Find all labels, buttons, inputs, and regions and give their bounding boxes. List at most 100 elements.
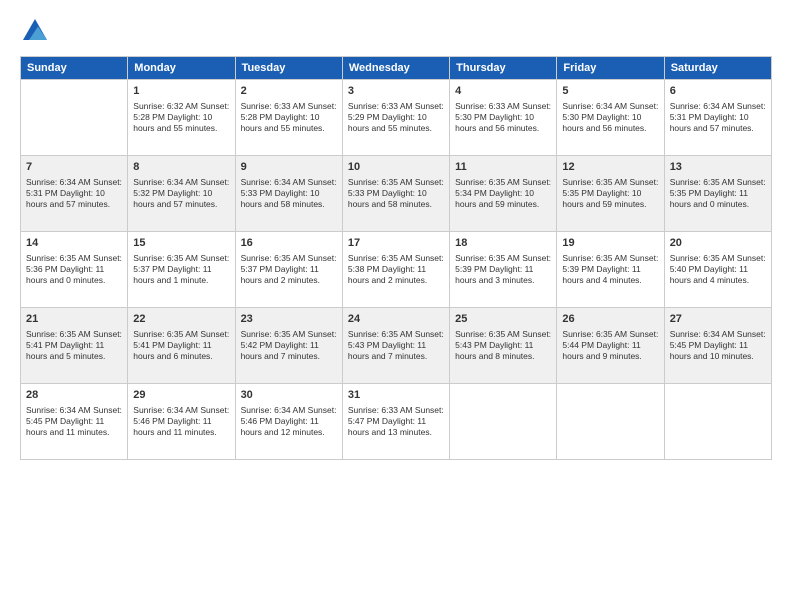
calendar-cell: 10 Sunrise: 6:35 AM Sunset: 5:33 PM Dayli… [342, 156, 449, 232]
cell-content: Sunrise: 6:35 AM Sunset: 5:40 PM Dayligh… [670, 253, 766, 286]
day-number: 28 [26, 388, 122, 403]
day-number: 4 [455, 84, 551, 99]
cell-content: Sunrise: 6:35 AM Sunset: 5:42 PM Dayligh… [241, 329, 337, 362]
cell-content: Sunrise: 6:35 AM Sunset: 5:43 PM Dayligh… [455, 329, 551, 362]
cell-content: Sunrise: 6:35 AM Sunset: 5:37 PM Dayligh… [241, 253, 337, 286]
calendar-cell: 3Sunrise: 6:33 AM Sunset: 5:29 PM Daylig… [342, 80, 449, 156]
header-cell-monday: Monday [128, 57, 235, 80]
day-number: 24 [348, 312, 444, 327]
cell-content: Sunrise: 6:35 AM Sunset: 5:36 PM Dayligh… [26, 253, 122, 286]
day-number: 9 [241, 160, 337, 175]
calendar-cell: 20 Sunrise: 6:35 AM Sunset: 5:40 PM Dayli… [664, 232, 771, 308]
cell-content: Sunrise: 6:35 AM Sunset: 5:39 PM Dayligh… [455, 253, 551, 286]
cell-content: Sunrise: 6:34 AM Sunset: 5:33 PM Dayligh… [241, 177, 337, 210]
week-row-2: 7Sunrise: 6:34 AM Sunset: 5:31 PM Daylig… [21, 156, 772, 232]
calendar-cell [450, 384, 557, 460]
calendar-cell [557, 384, 664, 460]
day-number: 23 [241, 312, 337, 327]
day-number: 13 [670, 160, 766, 175]
cell-content: Sunrise: 6:33 AM Sunset: 5:47 PM Dayligh… [348, 405, 444, 438]
calendar-cell: 30Sunrise: 6:34 AM Sunset: 5:46 PM Dayli… [235, 384, 342, 460]
day-number: 17 [348, 236, 444, 251]
cell-content: Sunrise: 6:35 AM Sunset: 5:35 PM Dayligh… [562, 177, 658, 210]
day-number: 10 [348, 160, 444, 175]
day-number: 8 [133, 160, 229, 175]
day-number: 1 [133, 84, 229, 99]
day-number: 15 [133, 236, 229, 251]
calendar-cell: 27 Sunrise: 6:34 AM Sunset: 5:45 PM Dayli… [664, 308, 771, 384]
calendar-cell: 14 Sunrise: 6:35 AM Sunset: 5:36 PM Dayli… [21, 232, 128, 308]
cell-content: Sunrise: 6:35 AM Sunset: 5:41 PM Dayligh… [133, 329, 229, 362]
cell-content: Sunrise: 6:34 AM Sunset: 5:31 PM Dayligh… [26, 177, 122, 210]
cell-content: Sunrise: 6:32 AM Sunset: 5:28 PM Dayligh… [133, 101, 229, 134]
day-number: 5 [562, 84, 658, 99]
calendar-cell: 26 Sunrise: 6:35 AM Sunset: 5:44 PM Dayli… [557, 308, 664, 384]
calendar-table: SundayMondayTuesdayWednesdayThursdayFrid… [20, 56, 772, 460]
header-row: SundayMondayTuesdayWednesdayThursdayFrid… [21, 57, 772, 80]
calendar-cell: 24 Sunrise: 6:35 AM Sunset: 5:43 PM Dayli… [342, 308, 449, 384]
week-row-1: 1 Sunrise: 6:32 AM Sunset: 5:28 PM Daylig… [21, 80, 772, 156]
day-number: 6 [670, 84, 766, 99]
day-number: 26 [562, 312, 658, 327]
calendar-cell: 22 Sunrise: 6:35 AM Sunset: 5:41 PM Dayli… [128, 308, 235, 384]
calendar-cell: 2 Sunrise: 6:33 AM Sunset: 5:28 PM Daylig… [235, 80, 342, 156]
cell-content: Sunrise: 6:34 AM Sunset: 5:46 PM Dayligh… [133, 405, 229, 438]
day-number: 20 [670, 236, 766, 251]
cell-content: Sunrise: 6:35 AM Sunset: 5:43 PM Dayligh… [348, 329, 444, 362]
day-number: 16 [241, 236, 337, 251]
calendar-cell: 12Sunrise: 6:35 AM Sunset: 5:35 PM Dayli… [557, 156, 664, 232]
calendar-cell: 16 Sunrise: 6:35 AM Sunset: 5:37 PM Dayli… [235, 232, 342, 308]
week-row-4: 21 Sunrise: 6:35 AM Sunset: 5:41 PM Dayli… [21, 308, 772, 384]
calendar-cell: 29 Sunrise: 6:34 AM Sunset: 5:46 PM Dayli… [128, 384, 235, 460]
week-row-5: 28 Sunrise: 6:34 AM Sunset: 5:45 PM Dayli… [21, 384, 772, 460]
day-number: 27 [670, 312, 766, 327]
day-number: 11 [455, 160, 551, 175]
calendar-cell [21, 80, 128, 156]
cell-content: Sunrise: 6:34 AM Sunset: 5:45 PM Dayligh… [26, 405, 122, 438]
header-cell-saturday: Saturday [664, 57, 771, 80]
logo-icon [20, 16, 50, 46]
logo [20, 16, 54, 46]
cell-content: Sunrise: 6:35 AM Sunset: 5:34 PM Dayligh… [455, 177, 551, 210]
cell-content: Sunrise: 6:34 AM Sunset: 5:31 PM Dayligh… [670, 101, 766, 134]
calendar-cell: 13 Sunrise: 6:35 AM Sunset: 5:35 PM Dayli… [664, 156, 771, 232]
calendar-cell: 18 Sunrise: 6:35 AM Sunset: 5:39 PM Dayli… [450, 232, 557, 308]
day-number: 3 [348, 84, 444, 99]
cell-content: Sunrise: 6:35 AM Sunset: 5:37 PM Dayligh… [133, 253, 229, 286]
header-cell-sunday: Sunday [21, 57, 128, 80]
day-number: 19 [562, 236, 658, 251]
day-number: 29 [133, 388, 229, 403]
week-row-3: 14 Sunrise: 6:35 AM Sunset: 5:36 PM Dayli… [21, 232, 772, 308]
calendar-cell [664, 384, 771, 460]
cell-content: Sunrise: 6:34 AM Sunset: 5:30 PM Dayligh… [562, 101, 658, 134]
day-number: 22 [133, 312, 229, 327]
header-cell-thursday: Thursday [450, 57, 557, 80]
calendar-cell: 19 Sunrise: 6:35 AM Sunset: 5:39 PM Dayli… [557, 232, 664, 308]
header-cell-friday: Friday [557, 57, 664, 80]
calendar-cell: 23 Sunrise: 6:35 AM Sunset: 5:42 PM Dayli… [235, 308, 342, 384]
calendar-cell: 31 Sunrise: 6:33 AM Sunset: 5:47 PM Dayli… [342, 384, 449, 460]
calendar-cell: 5 Sunrise: 6:34 AM Sunset: 5:30 PM Daylig… [557, 80, 664, 156]
header-cell-tuesday: Tuesday [235, 57, 342, 80]
calendar-cell: 8Sunrise: 6:34 AM Sunset: 5:32 PM Daylig… [128, 156, 235, 232]
cell-content: Sunrise: 6:35 AM Sunset: 5:44 PM Dayligh… [562, 329, 658, 362]
header [20, 16, 772, 46]
calendar-cell: 28 Sunrise: 6:34 AM Sunset: 5:45 PM Dayli… [21, 384, 128, 460]
day-number: 31 [348, 388, 444, 403]
calendar-cell: 7Sunrise: 6:34 AM Sunset: 5:31 PM Daylig… [21, 156, 128, 232]
cell-content: Sunrise: 6:33 AM Sunset: 5:30 PM Dayligh… [455, 101, 551, 134]
day-number: 21 [26, 312, 122, 327]
day-number: 2 [241, 84, 337, 99]
cell-content: Sunrise: 6:34 AM Sunset: 5:46 PM Dayligh… [241, 405, 337, 438]
cell-content: Sunrise: 6:34 AM Sunset: 5:45 PM Dayligh… [670, 329, 766, 362]
day-number: 18 [455, 236, 551, 251]
cell-content: Sunrise: 6:35 AM Sunset: 5:39 PM Dayligh… [562, 253, 658, 286]
cell-content: Sunrise: 6:35 AM Sunset: 5:33 PM Dayligh… [348, 177, 444, 210]
calendar-cell: 17Sunrise: 6:35 AM Sunset: 5:38 PM Dayli… [342, 232, 449, 308]
cell-content: Sunrise: 6:35 AM Sunset: 5:35 PM Dayligh… [670, 177, 766, 210]
cell-content: Sunrise: 6:33 AM Sunset: 5:28 PM Dayligh… [241, 101, 337, 134]
day-number: 14 [26, 236, 122, 251]
calendar-cell: 1 Sunrise: 6:32 AM Sunset: 5:28 PM Daylig… [128, 80, 235, 156]
page: SundayMondayTuesdayWednesdayThursdayFrid… [0, 0, 792, 612]
calendar-cell: 4 Sunrise: 6:33 AM Sunset: 5:30 PM Daylig… [450, 80, 557, 156]
